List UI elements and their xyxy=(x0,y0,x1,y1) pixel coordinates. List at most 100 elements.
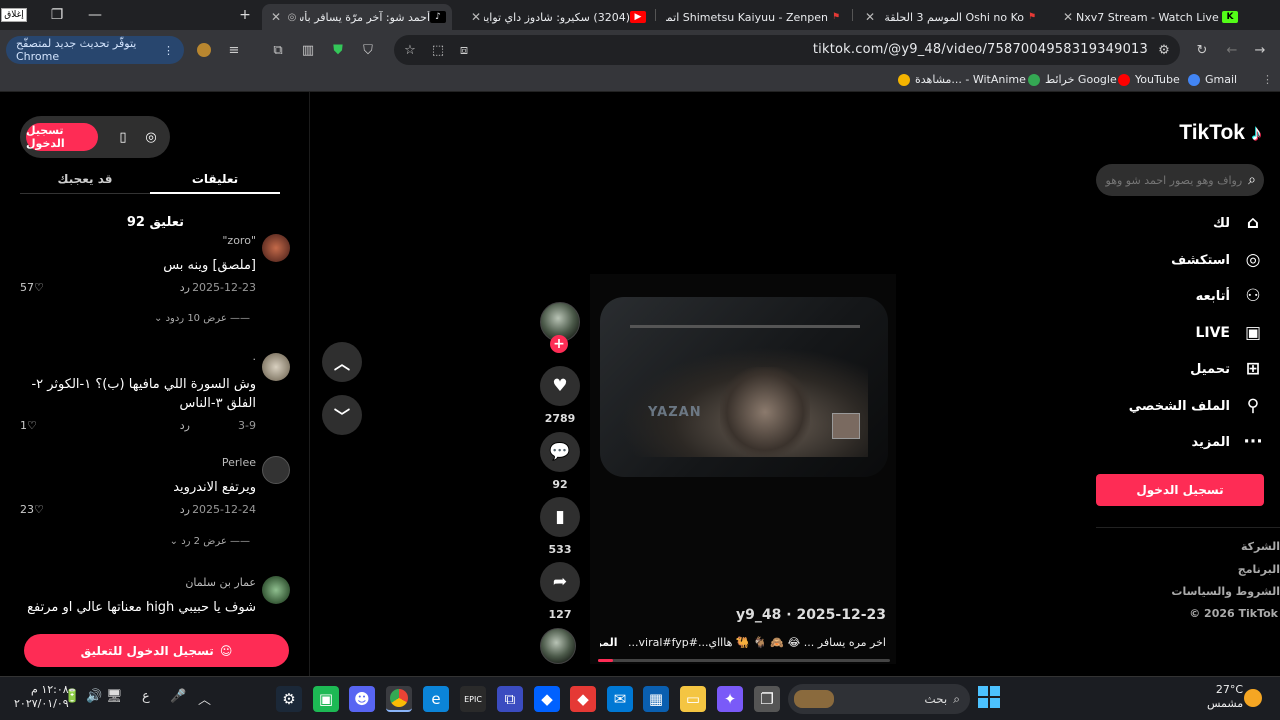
taskbar-search[interactable]: بحث ⌕ xyxy=(788,684,970,714)
tiktok-logo[interactable]: TikTok ♪ xyxy=(1179,120,1262,146)
steam-icon[interactable]: ⚙ xyxy=(276,686,302,712)
close-tab-icon[interactable]: ✕ xyxy=(468,10,484,24)
see-more-link[interactable]: المزيد xyxy=(600,636,618,649)
avatar[interactable] xyxy=(262,234,290,262)
comment-username[interactable]: عمار بن سلمان xyxy=(185,576,256,589)
author-date-line[interactable]: y9_48 · 2025-12-23 xyxy=(600,607,886,623)
next-author-avatar[interactable] xyxy=(540,628,576,664)
app-red-icon[interactable]: ◆ xyxy=(570,686,596,712)
bookmark-youtube[interactable]: YouTube xyxy=(1118,73,1180,86)
copilot-icon[interactable]: ✦ xyxy=(717,686,743,712)
app-green-icon[interactable]: ▣ xyxy=(313,686,339,712)
search-box[interactable]: ⌕ xyxy=(1096,164,1264,196)
search-icon[interactable]: ⌕ xyxy=(1248,172,1256,188)
weather-widget[interactable]: 27°C مشمس xyxy=(1207,683,1243,711)
avatar[interactable] xyxy=(262,456,290,484)
close-tab-icon[interactable]: ✕ xyxy=(862,10,878,24)
comment-like[interactable]: 57♡ xyxy=(20,281,44,294)
bookmark-gmail[interactable]: Gmail xyxy=(1188,73,1237,86)
file-explorer-icon[interactable]: ▭ xyxy=(680,686,706,712)
tab-comments[interactable]: تعليقات xyxy=(150,164,280,194)
new-tab-button[interactable]: + xyxy=(226,0,264,30)
reply-button[interactable]: رد xyxy=(180,419,190,432)
extension-flag-icon[interactable]: ▥ xyxy=(298,40,318,60)
next-video-button[interactable]: ﹀ xyxy=(322,395,362,435)
dropbox-icon[interactable]: ◆ xyxy=(534,686,560,712)
microphone-icon[interactable]: 🎤 xyxy=(170,689,186,704)
tray-overflow-icon[interactable]: ︿ xyxy=(198,689,211,708)
login-button[interactable]: تسجيل الدخول xyxy=(1096,474,1264,506)
tab-kick[interactable]: ✕ Nxv7 Stream - Watch Live on Ki K xyxy=(1054,4,1244,30)
follow-plus-icon[interactable]: + xyxy=(550,335,568,353)
start-button[interactable] xyxy=(978,686,1000,708)
omnibox[interactable]: ☆ ⬚ ⧈ tiktok.com/@y9_48/video/7587004958… xyxy=(394,35,1180,65)
nav-for-you[interactable]: لك ⌂ xyxy=(1213,211,1264,235)
compass-icon[interactable]: ◎ xyxy=(142,128,160,146)
cast-icon[interactable]: ⬚ xyxy=(428,40,448,60)
like-button[interactable]: ♥ xyxy=(540,366,580,406)
video-progress-bar[interactable] xyxy=(598,659,890,662)
avatar[interactable] xyxy=(262,353,290,381)
footer-program[interactable]: البرنامج xyxy=(1238,563,1280,576)
view-replies-button[interactable]: —— عرض 2 رد ⌄ xyxy=(170,536,250,547)
shield-green-icon[interactable]: ⛊ xyxy=(328,40,348,60)
footer-terms[interactable]: الشروط والسياسات xyxy=(1171,585,1280,598)
extension-avatar-icon[interactable] xyxy=(194,40,214,60)
battery-icon[interactable]: 🔋 xyxy=(64,689,80,704)
comment-like[interactable]: 1♡ xyxy=(20,419,37,432)
login-to-comment-button[interactable]: تسجيل الدخول للتعليق ☺ xyxy=(24,634,289,667)
nav-profile[interactable]: الملف الشخصي ⚲ xyxy=(1129,394,1264,418)
chrome-update-chip[interactable]: يتوفّر تحديث جديد لمتصفّح Chrome ⋮ xyxy=(6,36,184,64)
minimize-icon[interactable]: — xyxy=(76,0,114,30)
close-tab-icon[interactable]: ✕ xyxy=(268,10,284,24)
footer-company[interactable]: الشركة xyxy=(1241,540,1280,553)
bookmarks-overflow-icon[interactable]: ⋮ xyxy=(1262,73,1273,86)
app-blue-icon[interactable]: ⧉ xyxy=(497,686,523,712)
share-button[interactable]: ➦ xyxy=(540,562,580,602)
restore-icon[interactable]: ❐ xyxy=(38,0,76,30)
tab-shimetsu[interactable]: Shimetsu Kaiyuu - Zenpen اتمي ⚑ xyxy=(660,4,850,30)
reload-icon[interactable]: ↻ xyxy=(1192,40,1212,60)
nav-more[interactable]: المزيد ··· xyxy=(1191,430,1264,454)
comment-username[interactable]: "zoro" xyxy=(222,234,256,247)
store-icon[interactable]: ▦ xyxy=(643,686,669,712)
search-input[interactable] xyxy=(1104,173,1243,187)
volume-icon[interactable]: 🔊 xyxy=(86,689,102,704)
tab-youtube[interactable]: ✕ (3204) سكيرو: شادوز داي توايس ▶ xyxy=(462,4,652,30)
reply-button[interactable]: رد xyxy=(180,503,190,516)
discord-icon[interactable]: ☻ xyxy=(349,686,375,712)
nav-following[interactable]: أتابعه ⚇ xyxy=(1196,284,1264,308)
panel-login-button[interactable]: تسجيل الدخول xyxy=(26,123,98,151)
extensions-puzzle-icon[interactable]: ⧉ xyxy=(268,40,288,60)
media-controls-icon[interactable]: ≡ xyxy=(224,40,244,60)
nav-live[interactable]: LIVE ▣ xyxy=(1195,321,1264,345)
view-replies-button[interactable]: —— عرض 10 ردود ⌄ xyxy=(154,313,250,324)
shield-icon[interactable]: ⛉ xyxy=(358,40,378,60)
input-language[interactable]: ع xyxy=(142,689,150,704)
bookmark-witanime[interactable]: مشاهدة... - WitAnime xyxy=(898,73,1026,86)
video-player[interactable]: YAZAN xyxy=(600,297,888,477)
close-tab-icon[interactable]: ✕ xyxy=(1060,10,1076,24)
task-view-icon[interactable]: ❐ xyxy=(754,686,780,712)
network-icon[interactable]: 🖥 xyxy=(106,689,123,704)
chrome-icon[interactable] xyxy=(386,686,412,712)
clock[interactable]: ١٢:٠٨ م ٢٠٢٧/٠١/٠٩ xyxy=(14,683,69,711)
outlook-icon[interactable]: ✉ xyxy=(607,686,633,712)
phone-icon[interactable]: ▯ xyxy=(114,128,132,146)
comment-username[interactable]: · xyxy=(253,353,257,366)
site-settings-icon[interactable]: ⚙ xyxy=(1154,40,1174,60)
mute-icon[interactable]: ◎ xyxy=(284,12,300,23)
comment-username[interactable]: Perlee xyxy=(222,456,256,469)
back-icon[interactable]: → xyxy=(1250,40,1270,60)
bookmark-star-icon[interactable]: ☆ xyxy=(400,40,420,60)
nav-explore[interactable]: استكشف ◎ xyxy=(1171,248,1264,272)
window-close-button[interactable]: إغلاق xyxy=(0,0,28,30)
tab-oshi-no-ko[interactable]: ✕ Oshi no Ko الموسم 3 الحلقة ⚑ xyxy=(856,4,1046,30)
bookmark-maps[interactable]: خرائط Google xyxy=(1028,73,1117,86)
previous-video-button[interactable]: ︿ xyxy=(322,342,362,382)
comment-like[interactable]: 23♡ xyxy=(20,503,44,516)
edge-icon[interactable]: e xyxy=(423,686,449,712)
nav-upload[interactable]: تحميل ⊞ xyxy=(1190,357,1264,381)
avatar[interactable] xyxy=(262,576,290,604)
comment-button[interactable]: 💬 xyxy=(540,432,580,472)
